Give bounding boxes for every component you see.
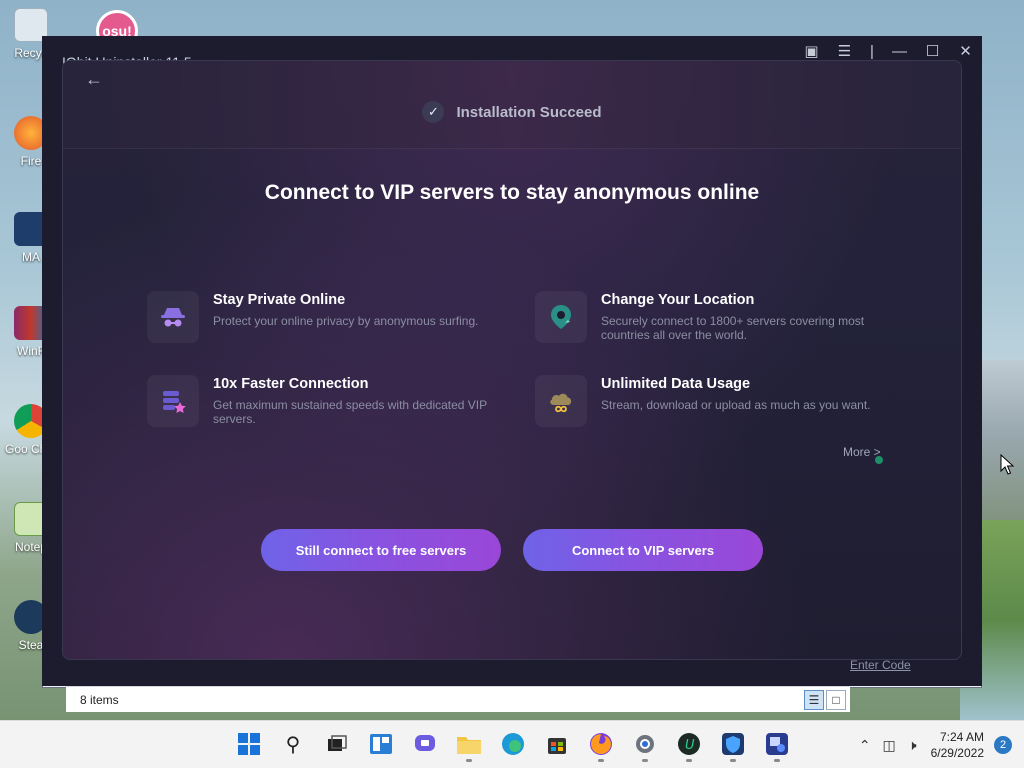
enter-code-link[interactable]: Enter Code <box>850 658 911 672</box>
feature-text: 10x Faster Connection Get maximum sustai… <box>213 375 507 427</box>
feature-faster-connection: 10x Faster Connection Get maximum sustai… <box>147 375 507 427</box>
dialog-title: Connect to VIP servers to stay anonymous… <box>264 181 760 204</box>
feature-title: Change Your Location <box>601 292 755 308</box>
start-icon[interactable] <box>236 731 262 757</box>
free-servers-button[interactable]: Still connect to free servers <box>261 529 501 571</box>
feature-description: Stream, download or upload as much as yo… <box>601 398 871 412</box>
chevron-up-icon[interactable]: ⌃ <box>859 737 871 754</box>
vip-servers-button[interactable]: Connect to VIP servers <box>523 529 763 571</box>
firefox-taskbar-icon[interactable] <box>588 731 614 757</box>
explorer-status-bar: 8 items ☰ □ <box>66 686 850 712</box>
volume-icon[interactable]: 🕨 <box>908 737 917 754</box>
clock-time: 7:24 AM <box>939 730 984 744</box>
running-indicator <box>774 759 780 762</box>
feature-text: Unlimited Data Usage Stream, download or… <box>601 375 870 427</box>
feature-text: Change Your Location Securely connect to… <box>601 291 895 343</box>
running-indicator <box>642 759 648 762</box>
notification-badge[interactable]: 2 <box>994 736 1012 754</box>
system-tray: ⌃ ◫ 🕨 7:24 AM 6/29/2022 2 <box>853 721 1024 768</box>
clock[interactable]: 7:24 AM 6/29/2022 <box>931 729 984 761</box>
clock-date: 6/29/2022 <box>930 746 984 760</box>
feature-unlimited-data: Unlimited Data Usage Stream, download or… <box>535 375 895 427</box>
vpn-shield-icon[interactable] <box>720 731 746 757</box>
back-arrow-icon[interactable]: ← <box>85 69 103 90</box>
running-indicator <box>466 759 472 762</box>
feature-title: Stay Private Online <box>213 292 346 308</box>
view-toggle: ☰ □ <box>804 690 846 710</box>
vpn-upsell-dialog: ← ✓ Installation Succeed Connect to VIP … <box>62 60 962 660</box>
feature-description: Protect your online privacy by anonymous… <box>213 314 479 328</box>
desktop-icon-label: MA <box>22 250 40 264</box>
feature-description: Get maximum sustained speeds with dedica… <box>213 398 487 426</box>
feature-description: Securely connect to 1800+ servers coveri… <box>601 314 865 342</box>
chat-icon[interactable] <box>412 731 438 757</box>
store-icon[interactable] <box>544 731 570 757</box>
running-indicator <box>686 759 692 762</box>
running-indicator <box>598 759 604 762</box>
item-count: 8 items <box>80 692 119 707</box>
cloud-infinity-icon <box>535 375 587 427</box>
feature-change-location: Change Your Location Securely connect to… <box>535 291 895 343</box>
installation-status: ✓ Installation Succeed <box>63 101 961 123</box>
network-icon[interactable]: ◫ <box>883 737 896 754</box>
search-icon[interactable]: ⚲ <box>280 731 306 757</box>
checkmark-icon: ✓ <box>422 101 445 123</box>
svg-text:U: U <box>685 738 695 753</box>
system-app-icon[interactable] <box>764 731 790 757</box>
installation-success-text: Installation Succeed <box>456 103 602 121</box>
edge-icon[interactable] <box>500 731 526 757</box>
iobit-uninstaller-icon[interactable]: U <box>676 731 702 757</box>
thumbnail-view-icon[interactable]: □ <box>826 690 846 710</box>
location-pin-icon <box>535 291 587 343</box>
feature-title: Unlimited Data Usage <box>601 376 751 392</box>
server-star-icon <box>147 375 199 427</box>
desktop-icon-label: Stea <box>18 638 44 652</box>
task-view-icon[interactable] <box>324 731 350 757</box>
desktop-icon-label: WinF <box>17 344 45 358</box>
incognito-icon <box>147 291 199 343</box>
details-view-icon[interactable]: ☰ <box>804 690 824 710</box>
taskbar: ⚲ U ⌃ ◫ 🕨 7:24 AM 6/29/2022 2 <box>0 720 1024 768</box>
running-indicator <box>730 759 736 762</box>
feature-title: 10x Faster Connection <box>213 376 369 392</box>
settings-icon[interactable] <box>632 731 658 757</box>
widgets-icon[interactable] <box>368 731 394 757</box>
mouse-cursor-icon <box>1000 454 1015 475</box>
desktop-icon-label: Fire <box>20 154 42 168</box>
file-explorer-icon[interactable] <box>456 731 482 757</box>
feature-text: Stay Private Online Protect your online … <box>213 291 478 343</box>
more-indicator-dot <box>875 456 883 464</box>
feature-stay-private: Stay Private Online Protect your online … <box>147 291 507 343</box>
dialog-header: ← ✓ Installation Succeed <box>63 61 961 149</box>
